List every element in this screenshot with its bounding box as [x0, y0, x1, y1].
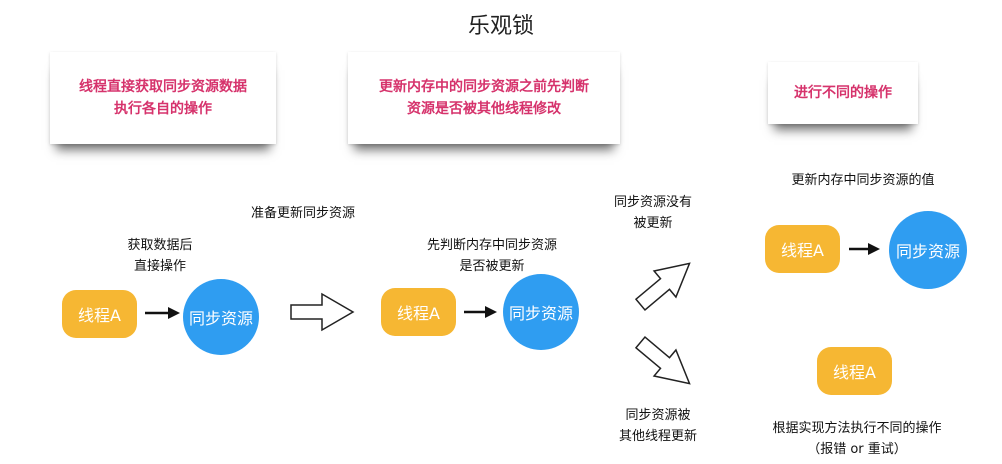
sync-resource-node: 同步资源 [889, 211, 967, 289]
caption-line: 是否被更新 [459, 259, 525, 274]
thread-a-node: 线程A [62, 290, 137, 338]
caption-line: 直接操作 [133, 259, 186, 274]
caption-line: 同步资源被 [625, 408, 691, 423]
hollow-arrow-right [290, 292, 355, 332]
hollow-arrow-up [634, 262, 691, 311]
caption-line: （报错 or 重试） [807, 442, 907, 457]
hollow-arrow-down [634, 336, 691, 385]
caption-line: 其他线程更新 [618, 429, 697, 444]
step1-caption: 获取数据后 直接操作 [100, 235, 220, 277]
branch-not-updated-label: 同步资源没有 被更新 [598, 192, 708, 234]
sync-resource-node: 同步资源 [503, 274, 579, 350]
caption-line: 同步资源没有 [613, 195, 692, 210]
prepare-update-label: 准备更新同步资源 [250, 206, 355, 221]
step2-caption: 先判断内存中同步资源 是否被更新 [392, 235, 592, 277]
thread-a-node: 线程A [817, 347, 892, 395]
caption-line: 获取数据后 [127, 238, 193, 253]
caption-line: 根据实现方法执行不同的操作 [772, 421, 942, 436]
caption-line: 被更新 [633, 216, 673, 231]
caption-line: 先判断内存中同步资源 [426, 238, 557, 253]
sync-resource-node: 同步资源 [183, 279, 259, 355]
thread-a-node: 线程A [765, 225, 840, 273]
fail-caption: 根据实现方法执行不同的操作 （报错 or 重试） [742, 418, 972, 460]
arrow-step2 [464, 306, 497, 318]
arrow-step1 [145, 307, 180, 319]
branch-updated-label: 同步资源被 其他线程更新 [598, 405, 718, 447]
thread-a-node: 线程A [381, 288, 456, 336]
success-caption: 更新内存中同步资源的值 [791, 173, 935, 188]
arrow-success [849, 243, 880, 255]
